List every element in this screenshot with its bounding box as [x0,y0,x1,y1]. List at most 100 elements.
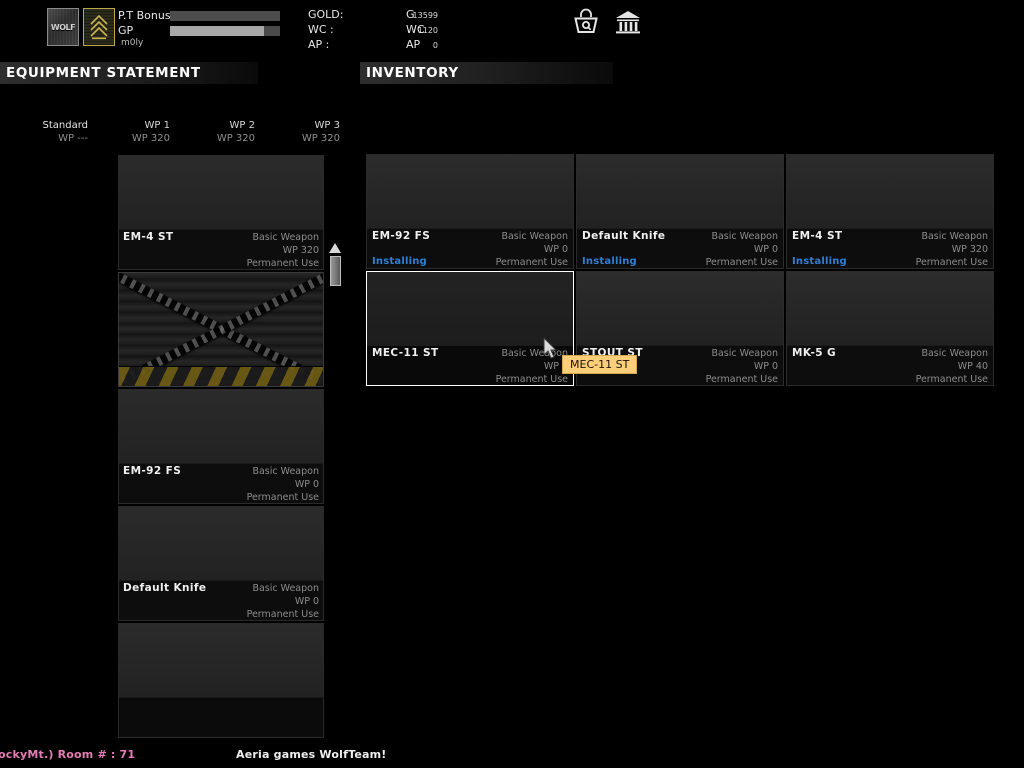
inventory-info: MEC-11 ST Basic Weapon WP 0 Permanent Use [367,346,573,385]
equipment-section-title: EQUIPMENT STATEMENT [6,65,201,81]
shopping-basket-icon[interactable] [572,8,600,36]
equipment-title: EM-4 ST [123,231,174,243]
gold-unit: G [406,8,415,21]
inventory-thumbnail [577,155,783,229]
inventory-panel: EM-92 FS Installing Basic Weapon WP 0 Perman… [360,90,1024,410]
inventory-card[interactable]: MK-5 G Basic Weapon WP 40 Permanent Use [786,271,994,386]
equipment-wp: WP 0 [294,479,319,490]
scrollbar-thumb[interactable] [330,256,341,286]
inventory-card[interactable]: MEC-11 ST Basic Weapon WP 0 Permanent Use [366,271,574,386]
hazard-stripe [119,366,323,386]
rank-insignia-icon [83,8,115,46]
equipment-title: Default Knife [123,582,207,594]
inventory-type: Basic Weapon [711,348,778,359]
equipment-card[interactable]: EM-92 FS Basic Weapon WP 0 Permanent Use [118,389,324,504]
equipment-use: Permanent Use [246,492,319,503]
inventory-type: Basic Weapon [921,348,988,359]
top-status-bar: WOLF P.T Bonus GP m0ly GOLD: WC : AP : 1… [0,0,1024,52]
gp-bar [170,26,280,36]
equipment-wp: WP 320 [282,245,319,256]
equipment-thumbnail [119,390,323,464]
equipment-thumbnail [119,156,323,230]
inventory-status: Installing [792,256,847,267]
equipment-card[interactable]: EM-4 ST Basic Weapon WP 320 Permanent Use [118,155,324,270]
weapon-slot-tabs: Standard WP --- WP 1 WP 320 WP 2 WP 320 … [0,120,341,148]
gold-label: GOLD: [308,8,344,21]
inventory-title: MK-5 G [792,347,837,359]
equipment-title: EM-92 FS [123,465,182,477]
scroll-up-arrow-icon[interactable] [328,242,342,254]
inventory-use: Permanent Use [495,257,568,268]
inventory-wp: WP 0 [753,361,778,372]
inventory-card[interactable]: EM-92 FS Installing Basic Weapon WP 0 Perman… [366,154,574,269]
equipment-panel: Standard WP --- WP 1 WP 320 WP 2 WP 320 … [0,90,348,745]
inventory-thumbnail [367,155,573,229]
inventory-status: Installing [582,256,637,267]
equipment-type: Basic Weapon [252,232,319,243]
currency-labels: GOLD: WC : AP : [308,7,344,52]
equipment-card[interactable] [118,272,324,387]
inventory-thumbnail [577,272,783,346]
equipment-card[interactable] [118,623,324,738]
aeria-branding-text: Aeria games WolfTeam! [236,748,387,761]
inventory-info: Default Knife Installing Basic Weapon WP 0 P… [577,229,783,268]
gp-bar-fill [170,26,264,36]
item-tooltip-text: MEC-11 ST [570,358,630,371]
ap-label: AP : [308,38,330,51]
equipment-section-header: EQUIPMENT STATEMENT [0,62,258,84]
inventory-section-header: INVENTORY [360,62,613,84]
equipment-thumbnail [119,507,323,581]
inventory-type: Basic Weapon [711,231,778,242]
wc-unit: WC [406,23,425,36]
slot-tab-wp2-name: WP 2 [229,120,255,131]
inventory-cell: Default Knife Installing Basic Weapon WP 0 P… [576,154,786,269]
inventory-cell: EM-92 FS Installing Basic Weapon WP 0 Perman… [366,154,576,269]
equipment-thumbnail [119,624,323,698]
inventory-info: EM-4 ST Installing Basic Weapon WP 320 Perma… [787,229,993,268]
item-tooltip: MEC-11 ST [562,355,638,374]
game-screen: WOLF P.T Bonus GP m0ly GOLD: WC : AP : 1… [0,0,1024,768]
inventory-wp: WP 0 [753,244,778,255]
equipment-type: Basic Weapon [252,466,319,477]
inventory-use: Permanent Use [915,374,988,385]
equipment-item-list[interactable]: EM-4 ST Basic Weapon WP 320 Permanent Use EM… [118,155,326,740]
equipment-card[interactable]: Default Knife Basic Weapon WP 0 Permanent U… [118,506,324,621]
inventory-title: EM-4 ST [792,230,843,242]
inventory-wp: WP 0 [543,244,568,255]
equipment-wp: WP 0 [294,596,319,607]
wc-label: WC : [308,23,334,36]
inventory-info: EM-92 FS Installing Basic Weapon WP 0 Perman… [367,229,573,268]
slot-tab-standard-wp: WP --- [58,133,88,144]
equipment-type: Basic Weapon [252,583,319,594]
shop-icon-group [572,8,642,36]
inventory-section-title: INVENTORY [366,65,459,81]
inventory-cell: MK-5 G Basic Weapon WP 40 Permanent Use [786,271,996,386]
inventory-cell: MEC-11 ST Basic Weapon WP 0 Permanent Use [366,271,576,386]
ap-unit: AP [406,38,421,51]
room-info-text: ockyMt.) Room # : 71 [0,748,136,761]
player-nickname: m0ly [121,38,144,48]
inventory-cell: EM-4 ST Installing Basic Weapon WP 320 Perma… [786,154,996,269]
clan-emblem-icon: WOLF [47,8,79,46]
gp-label: GP [118,24,134,37]
locked-slot-artwork [119,273,323,386]
slot-tab-standard-name: Standard [42,120,89,131]
slot-tab-wp1[interactable]: WP 1 WP 320 [100,120,170,144]
equipment-use: Permanent Use [246,609,319,620]
inventory-grid: EM-92 FS Installing Basic Weapon WP 0 Perman… [366,154,996,386]
slot-tab-wp2[interactable]: WP 2 WP 320 [185,120,255,144]
slot-tab-standard[interactable]: Standard WP --- [10,120,89,144]
inventory-wp: WP 320 [951,244,988,255]
equipment-use: Permanent Use [246,258,319,269]
equipment-scrollbar[interactable] [328,242,342,768]
bank-icon[interactable] [614,8,642,36]
equipment-info: EM-4 ST Basic Weapon WP 320 Permanent Use [119,230,323,269]
pt-bonus-bar [170,11,280,21]
equipment-info: EM-92 FS Basic Weapon WP 0 Permanent Use [119,464,323,503]
inventory-card[interactable]: Default Knife Installing Basic Weapon WP 0 P… [576,154,784,269]
inventory-info: MK-5 G Basic Weapon WP 40 Permanent Use [787,346,993,385]
slot-tab-wp2-wp: WP 320 [216,133,255,144]
inventory-type: Basic Weapon [501,231,568,242]
inventory-card[interactable]: EM-4 ST Installing Basic Weapon WP 320 Perma… [786,154,994,269]
slot-tab-wp3[interactable]: WP 3 WP 320 [270,120,340,144]
